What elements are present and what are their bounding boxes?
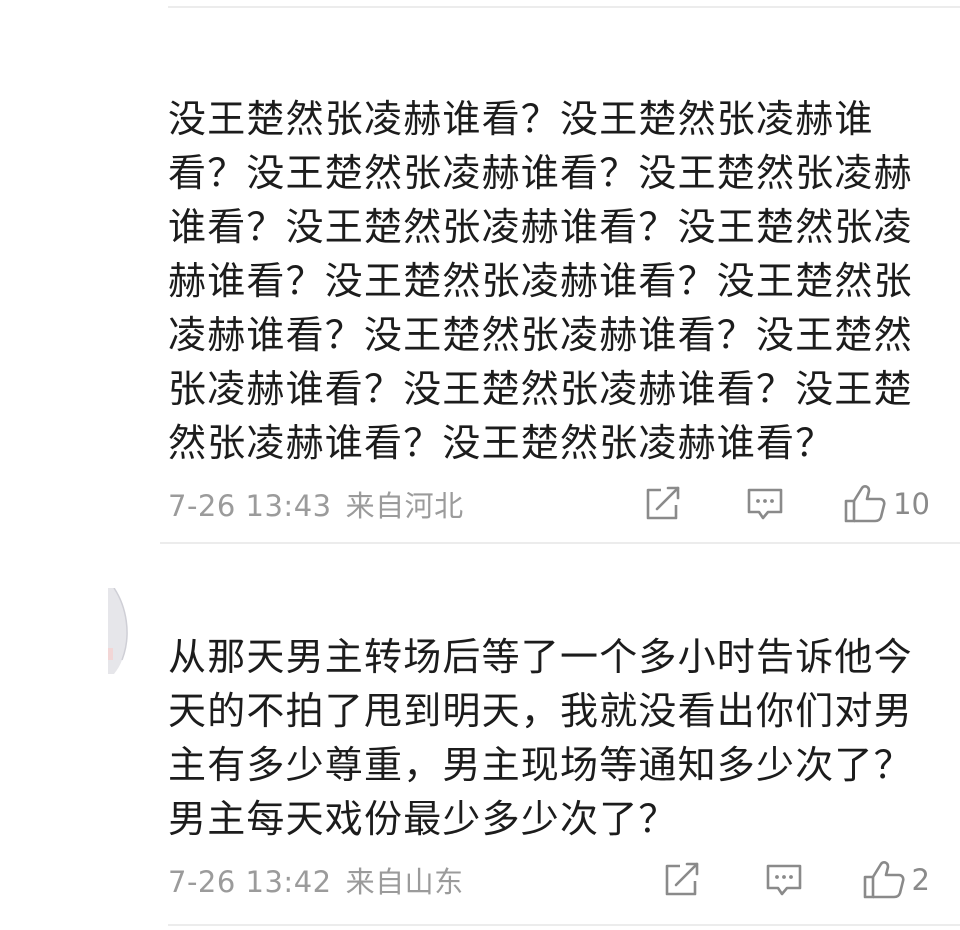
- comment-item-1: 没王楚然张凌赫谁看？没王楚然张凌赫谁看？没王楚然张凌赫谁看？没王楚然张凌赫谁看？…: [168, 92, 930, 532]
- avatar-image: [108, 588, 128, 674]
- like-count: 10: [893, 487, 930, 521]
- share-icon: [665, 862, 698, 896]
- comment-time: 7-26 13:42: [168, 865, 332, 899]
- comment-item-2: 从那天男主转场后等了一个多小时告诉他今天的不拍了甩到明天，我就没看出你们对男主有…: [168, 630, 930, 910]
- thumbs-up-icon: [863, 861, 905, 899]
- share-button[interactable]: [643, 486, 683, 522]
- comment-timestamp-location: 7-26 13:43 来自河北: [168, 483, 464, 525]
- comment-meta: 7-26 13:43 来自河北 10: [168, 482, 930, 526]
- comment-timestamp-location: 7-26 13:42 来自山东: [168, 859, 464, 901]
- comment-text: 从那天男主转场后等了一个多小时告诉他今天的不拍了甩到明天，我就没看出你们对男主有…: [168, 635, 913, 841]
- share-icon: [646, 486, 680, 520]
- comment-icon: [747, 488, 783, 520]
- comment-location: 来自河北: [345, 489, 464, 523]
- comment-meta: 7-26 13:42 来自山东 2: [168, 858, 930, 902]
- comment-location: 来自山东: [345, 865, 464, 899]
- comment-actions: 2: [662, 860, 930, 900]
- thumbs-up-icon: [844, 485, 886, 523]
- reply-button[interactable]: [745, 486, 785, 522]
- divider-middle: [160, 542, 960, 544]
- comment-time: 7-26 13:43: [168, 489, 332, 523]
- comment-actions: 10: [643, 484, 930, 524]
- like-count: 2: [911, 863, 930, 897]
- divider-top: [168, 6, 960, 8]
- comment-text: 没王楚然张凌赫谁看？没王楚然张凌赫谁看？没王楚然张凌赫谁看？没王楚然张凌赫谁看？…: [168, 97, 913, 465]
- comment-icon: [766, 864, 801, 896]
- share-button[interactable]: [662, 862, 702, 898]
- like-button[interactable]: 2: [862, 860, 930, 900]
- avatar[interactable]: [108, 588, 136, 674]
- reply-button[interactable]: [764, 862, 804, 898]
- divider-bottom: [168, 924, 960, 926]
- like-button[interactable]: 10: [843, 484, 930, 524]
